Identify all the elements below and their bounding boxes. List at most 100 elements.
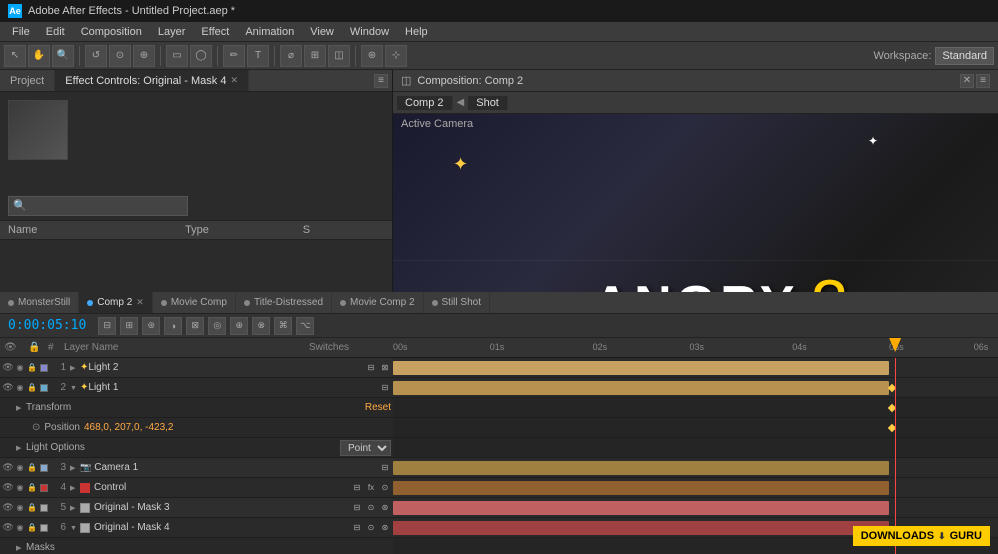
layer-row-5[interactable]: 👁 ◉ 🔒 5 Original - Mask 3 ⊟ ⊙ ⊛ bbox=[0, 498, 393, 518]
expand-layer5[interactable] bbox=[70, 503, 80, 512]
eye-layer5[interactable]: 👁 bbox=[2, 502, 14, 514]
timeline-tab-moviecomp2[interactable]: Movie Comp 2 bbox=[332, 292, 423, 313]
layer-row-6[interactable]: 👁 ◉ 🔒 6 Original - Mask 4 ⊟ ⊙ ⊛ bbox=[0, 518, 393, 538]
sw-l6-2[interactable]: ⊙ bbox=[365, 522, 377, 534]
sw-l5-3[interactable]: ⊛ bbox=[379, 502, 391, 514]
tool-mask-ellipse[interactable]: ◯ bbox=[190, 45, 212, 67]
sw-l6-3[interactable]: ⊛ bbox=[379, 522, 391, 534]
expand-masks[interactable] bbox=[16, 543, 26, 552]
tool-brush[interactable]: ⌀ bbox=[280, 45, 302, 67]
sw2[interactable]: ⊠ bbox=[379, 362, 391, 374]
lock-layer1[interactable]: 🔒 bbox=[26, 362, 38, 374]
track-row-3[interactable] bbox=[393, 458, 998, 478]
solo-layer6[interactable]: ◉ bbox=[14, 522, 26, 534]
eye-layer4[interactable]: 👁 bbox=[2, 482, 14, 494]
expand-layer4[interactable] bbox=[70, 483, 80, 492]
sw-l4-2[interactable]: fx bbox=[365, 482, 377, 494]
tab-close[interactable]: ✕ bbox=[230, 75, 238, 86]
layer-row-2[interactable]: 👁 ◉ 🔒 2 ✦ Light 1 ⊟ bbox=[0, 378, 393, 398]
sw-l5-2[interactable]: ⊙ bbox=[365, 502, 377, 514]
lock-layer5[interactable]: 🔒 bbox=[26, 502, 38, 514]
tab-effect-controls[interactable]: Effect Controls: Original - Mask 4 ✕ bbox=[55, 70, 249, 91]
track-row-1[interactable] bbox=[393, 358, 998, 378]
track-row-4[interactable] bbox=[393, 478, 998, 498]
menu-effect[interactable]: Effect bbox=[193, 24, 237, 40]
timeline-tab-stillshot[interactable]: Still Shot bbox=[424, 292, 490, 313]
time-display[interactable]: 0:00:05:10 bbox=[8, 318, 86, 333]
tool-roto[interactable]: ⊛ bbox=[361, 45, 383, 67]
comp-nav-comp2[interactable]: Comp 2 bbox=[397, 96, 453, 110]
timeline-tab-comp2[interactable]: Comp 2 ✕ bbox=[79, 292, 153, 313]
tool-rotate[interactable]: ↺ bbox=[85, 45, 107, 67]
menu-animation[interactable]: Animation bbox=[237, 24, 302, 40]
comp-nav-shot[interactable]: Shot bbox=[468, 96, 508, 110]
eye-layer6[interactable]: 👁 bbox=[2, 522, 14, 534]
panel-menu[interactable]: ≡ bbox=[374, 74, 388, 88]
tool-pen[interactable]: ✏ bbox=[223, 45, 245, 67]
lock-layer2[interactable]: 🔒 bbox=[26, 382, 38, 394]
menu-layer[interactable]: Layer bbox=[150, 24, 194, 40]
lock-layer6[interactable]: 🔒 bbox=[26, 522, 38, 534]
timeline-tab-monsterstill[interactable]: MonsterStill bbox=[0, 292, 79, 313]
layer-row-3[interactable]: 👁 ◉ 🔒 3 📷 Camera 1 ⊟ bbox=[0, 458, 393, 478]
tab-comp2-close[interactable]: ✕ bbox=[136, 297, 144, 308]
lock-layer3[interactable]: 🔒 bbox=[26, 462, 38, 474]
tl-btn-2[interactable]: ⊞ bbox=[120, 317, 138, 335]
solo-layer2[interactable]: ◉ bbox=[14, 382, 26, 394]
comp-nav-arrow[interactable]: ◀ bbox=[457, 97, 465, 108]
tl-btn-4[interactable]: ◑ bbox=[164, 317, 182, 335]
tool-eraser[interactable]: ◫ bbox=[328, 45, 350, 67]
layer-row-4[interactable]: 👁 ◉ 🔒 4 Control ⊟ fx ⊙ bbox=[0, 478, 393, 498]
tool-clone[interactable]: ⊞ bbox=[304, 45, 326, 67]
transform-reset[interactable]: Reset bbox=[365, 402, 391, 413]
sw-l4-1[interactable]: ⊟ bbox=[351, 482, 363, 494]
tool-pan[interactable]: ⊕ bbox=[133, 45, 155, 67]
menu-view[interactable]: View bbox=[302, 24, 342, 40]
tool-hand[interactable]: ✋ bbox=[28, 45, 50, 67]
tl-btn-1[interactable]: ⊟ bbox=[98, 317, 116, 335]
sw-l4-3[interactable]: ⊙ bbox=[379, 482, 391, 494]
solo-layer4[interactable]: ◉ bbox=[14, 482, 26, 494]
sw-l5-1[interactable]: ⊟ bbox=[351, 502, 363, 514]
workspace-selector[interactable]: Standard bbox=[935, 47, 994, 65]
tl-btn-10[interactable]: ⌥ bbox=[296, 317, 314, 335]
menu-composition[interactable]: Composition bbox=[73, 24, 150, 40]
menu-window[interactable]: Window bbox=[342, 24, 397, 40]
expand-layer1[interactable] bbox=[70, 363, 80, 372]
menu-help[interactable]: Help bbox=[397, 24, 436, 40]
sw1[interactable]: ⊟ bbox=[365, 362, 377, 374]
tl-btn-7[interactable]: ⊕ bbox=[230, 317, 248, 335]
solo-layer1[interactable]: ◉ bbox=[14, 362, 26, 374]
tl-btn-6[interactable]: ◎ bbox=[208, 317, 226, 335]
tool-text[interactable]: T bbox=[247, 45, 269, 67]
tool-camera-orbit[interactable]: ⊙ bbox=[109, 45, 131, 67]
eye-layer3[interactable]: 👁 bbox=[2, 462, 14, 474]
track-row-5[interactable] bbox=[393, 498, 998, 518]
tl-btn-8[interactable]: ⊗ bbox=[252, 317, 270, 335]
tool-zoom[interactable]: 🔍 bbox=[52, 45, 74, 67]
comp-panel-close[interactable]: ✕ bbox=[960, 74, 974, 88]
lock-layer4[interactable]: 🔒 bbox=[26, 482, 38, 494]
expand-layer2[interactable] bbox=[70, 383, 80, 392]
sw-l3-1[interactable]: ⊟ bbox=[379, 462, 391, 474]
menu-edit[interactable]: Edit bbox=[38, 24, 73, 40]
expand-lightopts[interactable] bbox=[16, 443, 26, 452]
track-row-2[interactable] bbox=[393, 378, 998, 398]
tl-btn-5[interactable]: ⊠ bbox=[186, 317, 204, 335]
timeline-tab-titledistressed[interactable]: Title-Distressed bbox=[236, 292, 332, 313]
menu-file[interactable]: File bbox=[4, 24, 38, 40]
solo-layer5[interactable]: ◉ bbox=[14, 502, 26, 514]
comp-panel-menu[interactable]: ≡ bbox=[976, 74, 990, 88]
timeline-tab-moviecomp[interactable]: Movie Comp bbox=[153, 292, 236, 313]
tab-project[interactable]: Project bbox=[0, 70, 55, 91]
expand-layer6[interactable] bbox=[70, 523, 80, 532]
layer-row-1[interactable]: 👁 ◉ 🔒 1 ✦ Light 2 ⊟ ⊠ bbox=[0, 358, 393, 378]
expand-transform[interactable] bbox=[16, 403, 26, 412]
tl-btn-3[interactable]: ⊛ bbox=[142, 317, 160, 335]
sw-l6-1[interactable]: ⊟ bbox=[351, 522, 363, 534]
tl-btn-9[interactable]: ⌘ bbox=[274, 317, 292, 335]
eye-layer1[interactable]: 👁 bbox=[2, 362, 14, 374]
search-input[interactable] bbox=[8, 196, 188, 216]
tool-arrow[interactable]: ↖ bbox=[4, 45, 26, 67]
lightopts-dropdown[interactable]: Point bbox=[340, 440, 391, 456]
